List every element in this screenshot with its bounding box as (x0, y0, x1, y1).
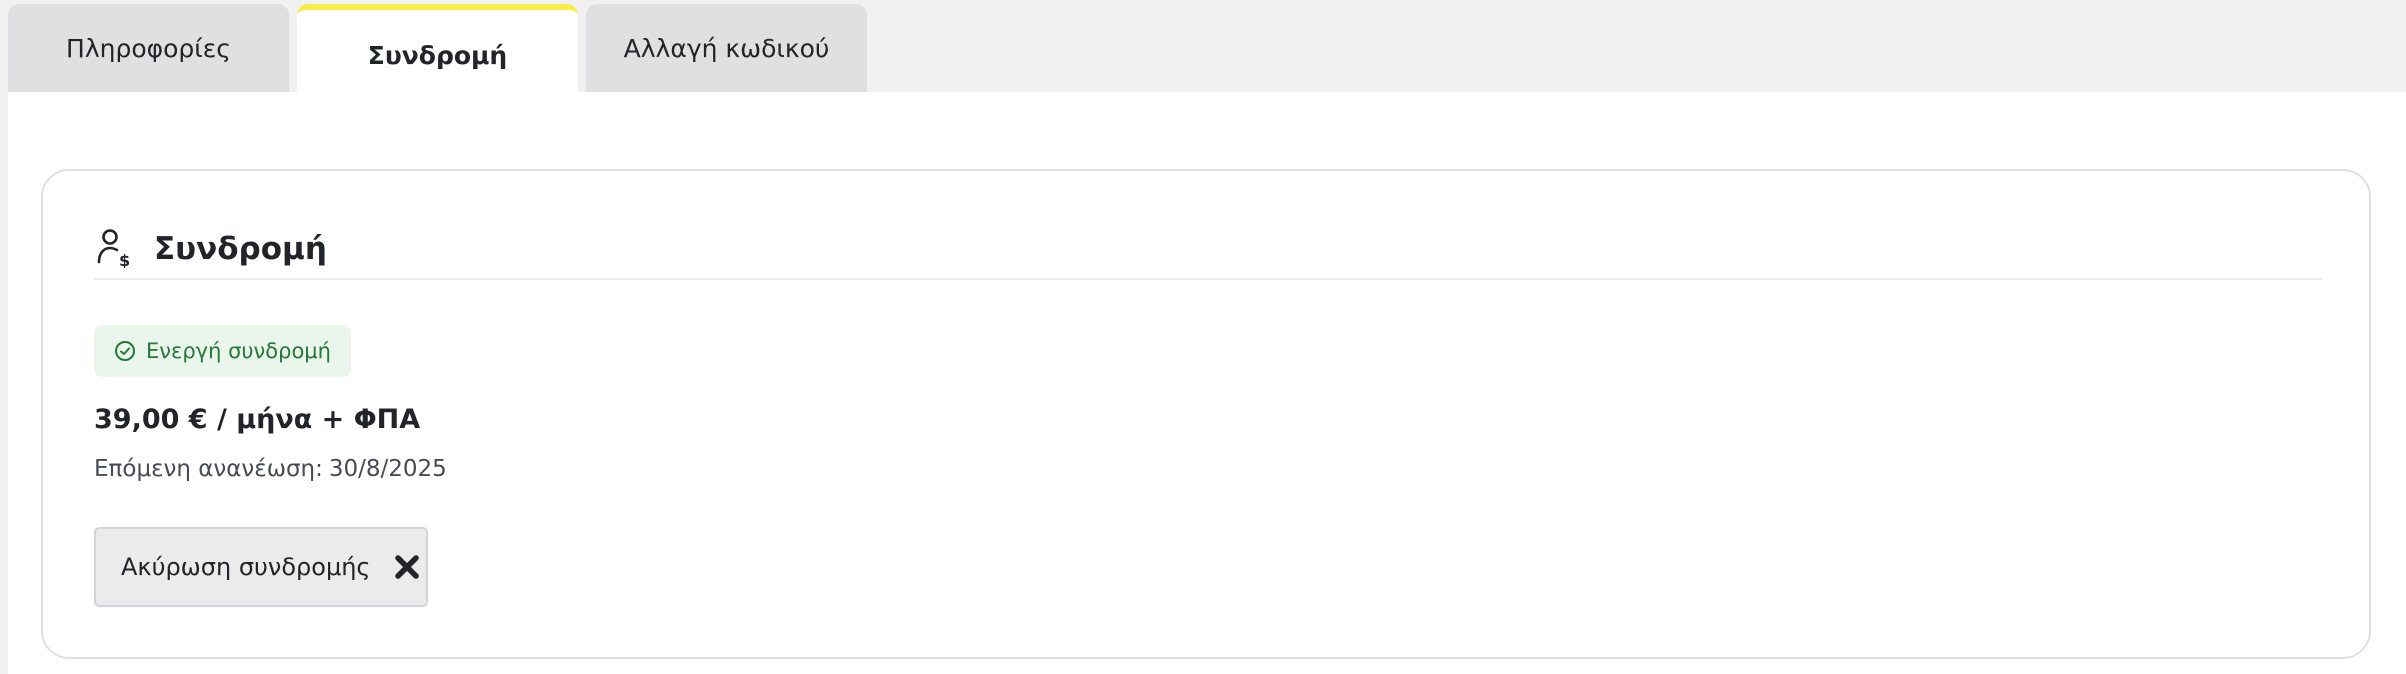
tab-change-password-label: Αλλαγή κωδικού (623, 33, 830, 63)
subscription-price: 39,00 € / μήνα + ΦΠΑ (94, 404, 421, 435)
tab-change-password[interactable]: Αλλαγή κωδικού (586, 4, 867, 92)
close-x-icon (394, 555, 419, 579)
cancel-subscription-label: Ακύρωση συνδρομής (121, 553, 371, 581)
status-label: Ενεργή συνδρομή (146, 339, 331, 363)
renewal-date: 30/8/2025 (328, 456, 447, 482)
subscription-card: $ Συνδρομή Ενεργή συνδρομή 39,00 € / μήν… (41, 169, 2371, 659)
svg-text:$: $ (119, 251, 130, 268)
cancel-subscription-button[interactable]: Ακύρωση συνδρομής (94, 527, 428, 607)
check-circle-icon (115, 341, 135, 361)
status-badge: Ενεργή συνδρομή (94, 325, 351, 377)
renewal-info: Επόμενη ανανέωση: 30/8/2025 (94, 456, 447, 482)
tab-bar: Πληροφορίες Συνδρομή Αλλαγή κωδικού (8, 4, 867, 92)
renewal-label: Επόμενη ανανέωση: (94, 456, 323, 482)
tab-info-label: Πληροφορίες (66, 33, 231, 63)
card-title: Συνδρομή (154, 230, 327, 267)
tab-subscription-label: Συνδρομή (367, 40, 508, 70)
tab-subscription[interactable]: Συνδρομή (297, 4, 578, 92)
card-header: $ Συνδρομή (94, 225, 2322, 280)
user-dollar-icon: $ (96, 228, 132, 270)
tab-info[interactable]: Πληροφορίες (8, 4, 289, 92)
tab-panel: $ Συνδρομή Ενεργή συνδρομή 39,00 € / μήν… (8, 92, 2406, 674)
